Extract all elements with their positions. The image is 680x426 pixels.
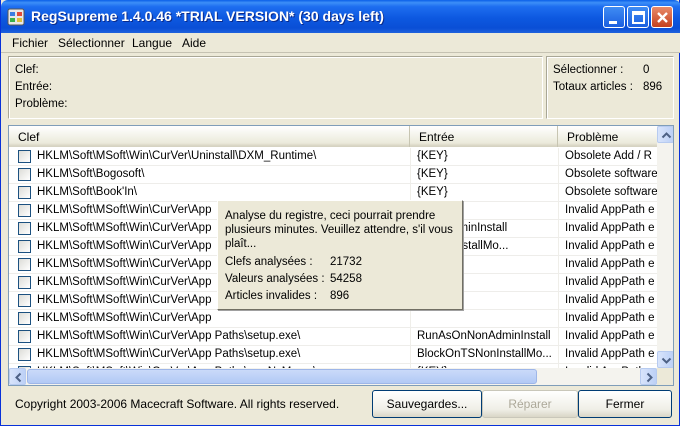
keys-scanned-label: Clefs analysées : [225,256,313,268]
row-checkbox[interactable] [18,276,31,289]
table-row[interactable]: HKLM\Soft\MSoft\Win\CurVer\Uninstall\DXM… [9,148,657,166]
totals-panel: Sélectionner : 0 Totaux articles : 896 [546,56,674,119]
maximize-icon [632,11,645,24]
close-icon [657,12,668,23]
row-problem-cell: Obsolete software [565,186,657,198]
window-title: RegSupreme 1.4.0.46 *TRIAL VERSION* (30 … [31,8,384,24]
horizontal-scrollbar[interactable] [9,368,657,385]
row-entry-cell: {KEY} [417,150,448,162]
row-problem-cell: Invalid AppPath e [565,204,655,216]
row-checkbox[interactable] [18,222,31,235]
maximize-button[interactable] [627,6,649,28]
invalid-items-label: Articles invalides : [225,290,318,302]
row-key-cell: HKLM\Soft\MSoft\Win\CurVer\Uninstall\DXM… [37,150,317,162]
row-problem-cell: Invalid AppPath e [565,258,655,270]
row-entry-cell: {KEY} [417,168,448,180]
menu-help[interactable]: Aide [182,36,206,50]
row-problem-cell: Invalid AppPath e [565,276,655,288]
row-entry-cell: {KEY} [417,186,448,198]
row-problem-cell: Invalid AppPath e [565,330,655,342]
list-header: Clef Entrée Problème [9,126,657,147]
details-panel: Clef: Entrée: Problème: [8,56,543,119]
row-key-cell: HKLM\Soft\MSoft\Win\CurVer\App [37,312,212,324]
row-checkbox[interactable] [18,258,31,271]
row-entry-cell: BlockOnTSNonInstallMo... [417,348,552,360]
table-row[interactable]: HKLM\Soft\MSoft\Win\CurVer\App Paths\set… [9,346,657,364]
row-entry-cell: RunAsOnNonAdminInstall [417,330,551,342]
row-problem-cell: Obsolete software [565,168,657,180]
minimize-button[interactable] [603,6,625,28]
values-scanned-label: Valeurs analysées : [225,273,325,285]
scan-progress-popup: Analyse du registre, ceci pourrait prend… [217,200,463,310]
row-problem-cell: Obsolete Add / R [565,150,652,162]
table-row[interactable]: HKLM\Soft\MSoft\Win\CurVer\App Paths\set… [9,328,657,346]
menu-select[interactable]: Sélectionner [58,36,125,50]
scroll-down-button[interactable] [657,351,673,368]
minimize-icon [609,21,617,24]
table-row[interactable]: HKLM\Soft\MSoft\Win\CurVer\App Invalid Ap… [9,310,657,328]
close-window-button[interactable] [651,6,673,28]
scan-message-line: plusieurs minutes. Veuillez attendre, s'… [225,224,453,236]
row-checkbox[interactable] [18,150,31,163]
app-icon [7,8,25,26]
chevron-up-icon [661,132,672,139]
row-key-cell: HKLM\Soft\Bogosoft\ [37,168,145,180]
selected-count-value: 0 [643,64,650,76]
scroll-right-button[interactable] [640,368,657,385]
row-key-cell: HKLM\Soft\MSoft\Win\CurVer\App Paths\set… [37,348,301,360]
total-items-value: 896 [643,81,663,93]
keys-scanned-value: 21732 [330,256,362,268]
invalid-items-value: 896 [330,290,350,302]
row-problem-cell: Invalid AppPath e [565,294,655,306]
row-problem-cell: Invalid AppPath e [565,222,655,234]
row-checkbox[interactable] [18,330,31,343]
scrollbar-corner [657,368,673,385]
row-problem-cell: Invalid AppPath e [565,348,655,360]
row-problem-cell: Invalid AppPath e [565,312,655,324]
entry-label: Entrée: [15,81,53,93]
close-button[interactable]: Fermer [578,390,672,418]
row-checkbox[interactable] [18,294,31,307]
total-items-label: Totaux articles : [553,81,633,93]
repair-button[interactable]: Réparer [482,390,578,418]
horizontal-scroll-thumb[interactable] [27,369,537,384]
menu-file[interactable]: Fichier [12,36,48,50]
chevron-right-icon [646,372,653,383]
row-key-cell: HKLM\Soft\Book'In\ [37,186,137,198]
vertical-scrollbar[interactable] [657,126,673,368]
scan-message-line: plaît... [225,238,257,250]
row-key-cell: HKLM\Soft\MSoft\Win\CurVer\App Paths\set… [37,330,301,342]
row-checkbox[interactable] [18,204,31,217]
scan-message-line: Analyse du registre, ceci pourrait prend… [225,210,436,222]
column-header-entry[interactable]: Entrée [410,126,558,147]
table-row[interactable]: HKLM\Soft\Bogosoft\ {KEY} Obsolete softwar… [9,166,657,184]
row-checkbox[interactable] [18,348,31,361]
key-label: Clef: [15,64,39,76]
copyright-text: Copyright 2003-2006 Macecraft Software. … [15,397,340,411]
column-header-problem[interactable]: Problème [558,126,657,147]
scroll-left-button[interactable] [9,368,26,385]
backups-button[interactable]: Sauvegardes... [372,390,482,418]
selected-count-label: Sélectionner : [553,64,624,76]
menu-bar: Fichier Sélectionner Langue Aide [1,33,680,53]
app-window: RegSupreme 1.4.0.46 *TRIAL VERSION* (30 … [0,0,680,426]
row-checkbox[interactable] [18,168,31,181]
chevron-down-icon [661,357,672,364]
chevron-left-icon [15,372,22,383]
values-scanned-value: 54258 [330,273,362,285]
scroll-up-button[interactable] [657,126,673,143]
row-checkbox[interactable] [18,186,31,199]
title-bar[interactable]: RegSupreme 1.4.0.46 *TRIAL VERSION* (30 … [1,0,680,33]
row-problem-cell: Invalid AppPath e [565,240,655,252]
row-checkbox[interactable] [18,312,31,325]
menu-language[interactable]: Langue [132,36,172,50]
problem-label: Problème: [15,98,68,110]
row-checkbox[interactable] [18,240,31,253]
column-header-key[interactable]: Clef [9,126,410,147]
